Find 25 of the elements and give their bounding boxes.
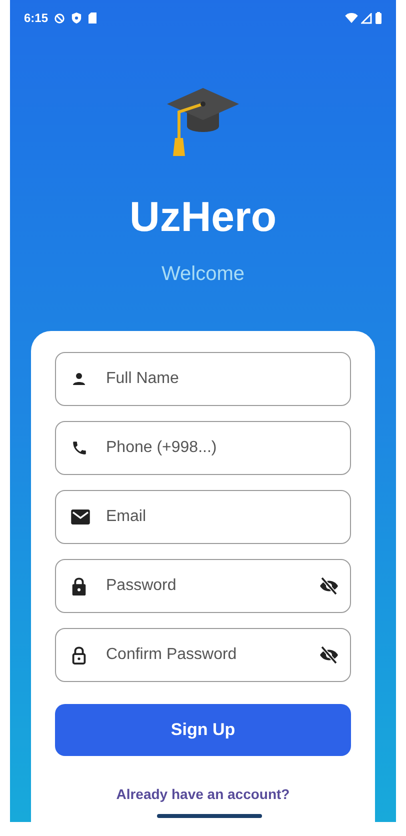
welcome-subtitle: Welcome: [162, 264, 244, 284]
mail-icon: [71, 510, 90, 524]
lock-icon: [71, 646, 87, 664]
sign-up-button[interactable]: Sign Up: [55, 704, 351, 756]
input-field[interactable]: Full Name: [55, 352, 351, 406]
lock-icon: [71, 576, 87, 596]
person-icon: [71, 371, 87, 387]
toggle-visibility-button[interactable]: [319, 577, 339, 595]
input-field[interactable]: Password: [55, 559, 351, 613]
app-title: UzHero: [129, 196, 277, 238]
shield-icon: [71, 12, 82, 24]
battery-icon: [375, 12, 382, 24]
status-time: 6:15: [24, 10, 48, 27]
login-link[interactable]: Already have an account?: [116, 784, 290, 805]
wifi-icon: [345, 13, 358, 23]
input-field[interactable]: Phone (+998...): [55, 421, 351, 475]
eye-slash-icon: [319, 577, 339, 595]
input-field[interactable]: Confirm Password: [55, 628, 351, 682]
input-field[interactable]: Email: [55, 490, 351, 544]
sim-card-icon: [88, 12, 98, 24]
toggle-visibility-button[interactable]: [319, 646, 339, 664]
eye-slash-icon: [319, 646, 339, 664]
do-not-disturb-icon: [54, 12, 66, 24]
signal-icon: [361, 12, 372, 24]
phone-icon: [71, 440, 88, 456]
